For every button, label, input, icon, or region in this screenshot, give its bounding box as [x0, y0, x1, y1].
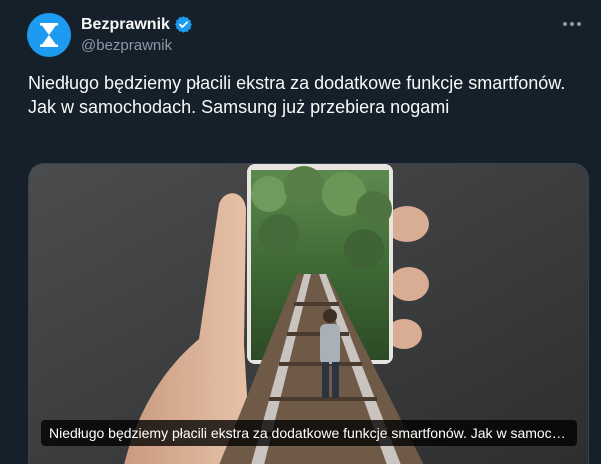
tweet-card: Bezprawnik @bezprawnik Niedługo będziemy… — [0, 0, 601, 464]
author-display-name[interactable]: Bezprawnik — [81, 16, 170, 34]
avatar[interactable] — [27, 13, 71, 57]
author-name-row: Bezprawnik — [81, 15, 193, 34]
media-alt-caption: Niedługo będziemy płacili ekstra za doda… — [41, 420, 577, 446]
author-handle[interactable]: @bezprawnik — [81, 37, 172, 54]
verified-badge-icon — [174, 16, 192, 33]
hand-holding-phone-illustration — [29, 164, 588, 464]
more-options-button[interactable] — [557, 12, 587, 36]
tweet-text: Niedługo będziemy płacili ekstra za doda… — [28, 73, 566, 117]
tweet-media-image[interactable]: Niedługo będziemy płacili ekstra za doda… — [28, 163, 589, 464]
hourglass-icon — [40, 23, 58, 47]
more-icon — [563, 22, 581, 26]
